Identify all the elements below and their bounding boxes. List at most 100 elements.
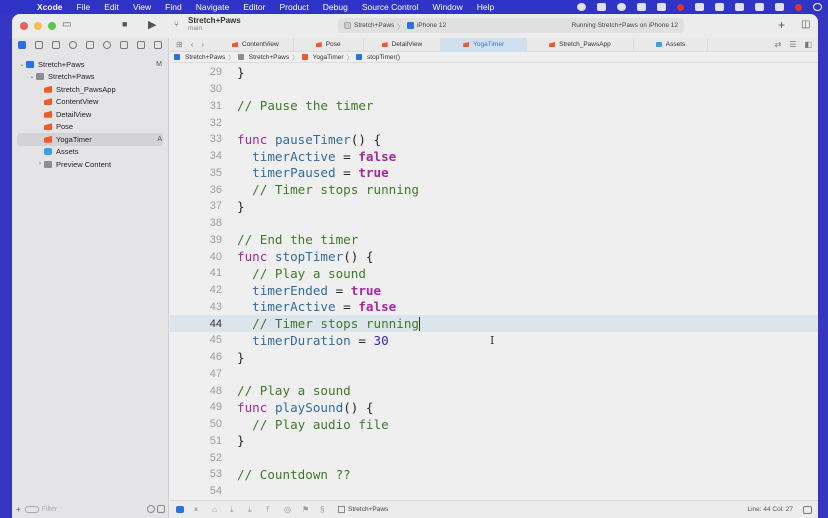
menu-find[interactable]: Find: [158, 2, 189, 12]
step-out-icon[interactable]: ⤒: [266, 506, 274, 514]
add-library-button[interactable]: +: [778, 18, 785, 32]
tree-item-file[interactable]: DetailView: [12, 108, 168, 121]
code-review-icon[interactable]: ⇄: [775, 40, 782, 49]
code-line[interactable]: 52: [170, 449, 818, 466]
tree-item-project[interactable]: ⌄ Stretch+Paws M: [12, 58, 168, 71]
tree-item-file[interactable]: Stretch_PawsApp: [12, 83, 168, 96]
code-line[interactable]: 30: [170, 81, 818, 98]
user-icon[interactable]: [795, 3, 802, 11]
code-line[interactable]: 35 timerPaused = true: [170, 165, 818, 182]
editor-options-icon[interactable]: ☰: [789, 40, 796, 49]
debug-view-hierarchy-icon[interactable]: ◎: [284, 506, 292, 514]
code-line[interactable]: 41 // Play a sound: [170, 265, 818, 282]
menu-source-control[interactable]: Source Control: [355, 2, 426, 12]
code-line[interactable]: 44 // Timer stops running: [170, 315, 818, 332]
code-line[interactable]: 29}: [170, 64, 818, 81]
menu-file[interactable]: File: [70, 2, 98, 12]
forward-icon[interactable]: ›: [201, 40, 204, 49]
record-icon[interactable]: [577, 3, 586, 11]
code-line[interactable]: 45 timerDuration = 30 I: [170, 332, 818, 349]
screen-mirroring-icon[interactable]: [695, 3, 704, 11]
menu-editor[interactable]: Editor: [236, 2, 272, 12]
code-line[interactable]: 36 // Timer stops running: [170, 181, 818, 198]
tree-item-group[interactable]: › Preview Content: [12, 158, 168, 171]
code-line[interactable]: 53 // Countdown ??: [170, 466, 818, 483]
code-line[interactable]: 37}: [170, 198, 818, 215]
code-line[interactable]: 47: [170, 366, 818, 383]
code-line[interactable]: 31 // Pause the timer: [170, 98, 818, 115]
source-control-navigator-icon[interactable]: [35, 41, 43, 49]
menu-edit[interactable]: Edit: [97, 2, 126, 12]
breadcrumb-group[interactable]: Stretch+Paws: [249, 54, 289, 61]
step-over-icon[interactable]: ⤓: [230, 506, 238, 514]
notification-dot-icon[interactable]: [677, 3, 684, 11]
simulate-location-icon[interactable]: §: [320, 506, 328, 514]
menu-navigate[interactable]: Navigate: [189, 2, 237, 12]
tab-assets[interactable]: Assets: [634, 37, 709, 52]
breakpoint-navigator-icon[interactable]: [137, 41, 145, 49]
recent-files-filter-icon[interactable]: [147, 505, 155, 513]
menu-window[interactable]: Window: [426, 2, 470, 12]
related-items-icon[interactable]: ⊞: [176, 40, 183, 49]
close-window-button[interactable]: [20, 22, 28, 30]
breadcrumb-project[interactable]: Stretch+Paws: [185, 54, 225, 61]
tab-yogatimer[interactable]: YogaTimer: [441, 37, 528, 52]
code-line[interactable]: 39 // End the timer: [170, 232, 818, 249]
debug-navigator-icon[interactable]: [120, 41, 128, 49]
menu-debug[interactable]: Debug: [316, 2, 355, 12]
battery-icon[interactable]: [715, 3, 724, 11]
destination-scheme[interactable]: Stretch+Paws: [354, 22, 394, 29]
inspector-toggle-icon[interactable]: ◫: [801, 19, 810, 30]
environment-overrides-icon[interactable]: ⚑: [302, 506, 310, 514]
add-file-icon[interactable]: +: [16, 505, 21, 514]
show-debug-area-icon[interactable]: [803, 505, 812, 514]
code-line[interactable]: 33 func pauseTimer() {: [170, 131, 818, 148]
code-line[interactable]: 46}: [170, 349, 818, 366]
breakpoints-toggle-icon[interactable]: ⏸: [194, 506, 202, 514]
code-line[interactable]: 50 // Play audio file: [170, 416, 818, 433]
disclosure-open-icon[interactable]: ⌄: [18, 61, 26, 68]
code-line[interactable]: 38: [170, 215, 818, 232]
source-control-filter-icon[interactable]: [157, 505, 165, 513]
back-icon[interactable]: ‹: [191, 40, 194, 49]
code-line[interactable]: 51}: [170, 433, 818, 450]
tab-contentview[interactable]: ContentView: [218, 37, 294, 52]
wifi-icon[interactable]: [735, 3, 744, 11]
symbol-navigator-icon[interactable]: [52, 41, 60, 49]
test-navigator-icon[interactable]: [103, 41, 111, 49]
add-editor-icon[interactable]: ◧: [804, 40, 812, 49]
menu-app-name[interactable]: Xcode: [30, 2, 70, 12]
zoom-window-button[interactable]: [48, 22, 56, 30]
code-line[interactable]: 43 timerActive = false: [170, 299, 818, 316]
code-area[interactable]: 29} 30 31 // Pause the timer 32 33 func pauseT…: [170, 64, 818, 500]
clock-icon[interactable]: [813, 3, 822, 11]
find-navigator-icon[interactable]: [69, 41, 77, 49]
headset-icon[interactable]: [617, 3, 626, 11]
menu-view[interactable]: View: [126, 2, 158, 12]
breadcrumb-file[interactable]: YogaTimer: [313, 54, 344, 61]
code-line[interactable]: 40 func stopTimer() {: [170, 248, 818, 265]
camera-icon[interactable]: [637, 3, 646, 11]
control-center-icon[interactable]: [775, 3, 784, 11]
stop-button[interactable]: ■: [122, 19, 127, 29]
mic-icon[interactable]: [597, 3, 606, 11]
scheme-info[interactable]: Stretch+Paws main: [188, 17, 241, 33]
debug-area-toggle-icon[interactable]: [176, 506, 184, 513]
disclosure-open-icon[interactable]: ⌄: [28, 73, 36, 80]
run-button[interactable]: ▶: [148, 18, 156, 31]
destination-device[interactable]: iPhone 12: [417, 22, 446, 29]
code-line[interactable]: 42 timerEnded = true: [170, 282, 818, 299]
menu-help[interactable]: Help: [470, 2, 501, 12]
breadcrumb-symbol[interactable]: stopTimer(): [367, 54, 400, 61]
tab-pose[interactable]: Pose: [294, 37, 364, 52]
sidebar-toggle-icon[interactable]: ▭: [62, 19, 71, 30]
airplay-icon[interactable]: [657, 3, 666, 11]
filter-input[interactable]: Filter: [24, 505, 147, 513]
tree-item-assets[interactable]: Assets: [12, 146, 168, 159]
minimize-window-button[interactable]: [34, 22, 42, 30]
code-line[interactable]: 32: [170, 114, 818, 131]
report-navigator-icon[interactable]: [154, 41, 162, 49]
code-line[interactable]: 48 // Play a sound: [170, 382, 818, 399]
tab-stretch-pawsapp[interactable]: Stretch_PawsApp: [527, 37, 634, 52]
menu-product[interactable]: Product: [272, 2, 315, 12]
